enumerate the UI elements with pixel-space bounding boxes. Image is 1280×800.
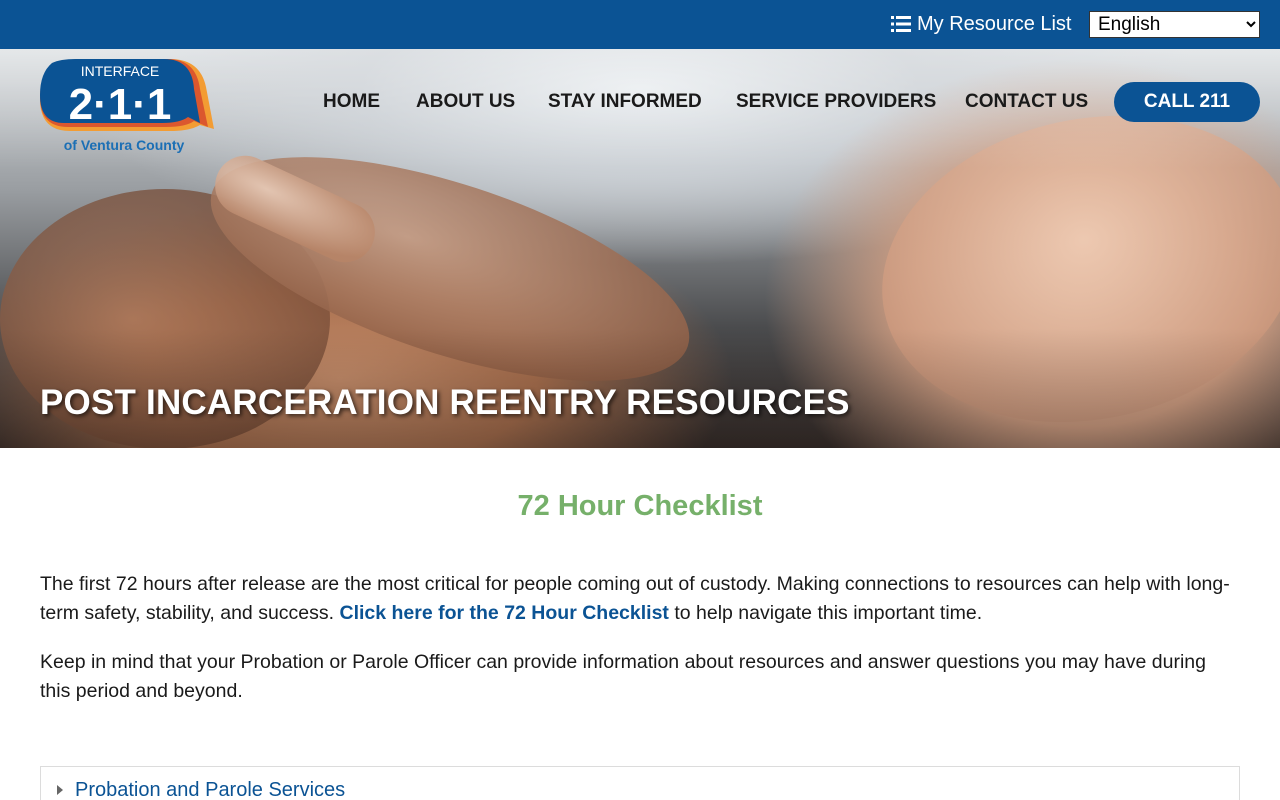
checklist-link[interactable]: Click here for the 72 Hour Checklist <box>339 602 668 624</box>
call-211-button[interactable]: CALL 211 <box>1114 82 1260 122</box>
nav-item-service-providers[interactable]: SERVICE PROVIDERS <box>736 91 936 113</box>
logo-text-county: of Ventura County <box>64 137 185 153</box>
section-title: 72 Hour Checklist <box>517 490 763 522</box>
logo-text-211: 2·1·1 <box>69 80 172 129</box>
my-resource-list-label: My Resource List <box>917 12 1072 35</box>
language-select[interactable]: English <box>1089 11 1260 38</box>
list-icon <box>891 16 911 32</box>
nav-item-stay-informed[interactable]: STAY INFORMED <box>548 91 702 113</box>
probation-paragraph: Keep in mind that your Probation or Paro… <box>40 651 1206 702</box>
nav-item-home[interactable]: HOME <box>323 91 380 113</box>
accordion-label[interactable]: Probation and Parole Services <box>75 779 345 800</box>
top-utility-bar: My Resource List English <box>0 0 1280 49</box>
nav-item-contact-us[interactable]: CONTACT US <box>965 91 1088 113</box>
intro-text-end: to help navigate this important time. <box>668 602 983 624</box>
page-title: POST INCARCERATION REENTRY RESOURCES <box>40 383 850 422</box>
interface-211-logo[interactable]: INTERFACE 2·1·1 of Ventura County <box>40 59 218 159</box>
caret-right-icon <box>57 785 63 795</box>
intro-paragraph: The first 72 hours after release are the… <box>40 570 1240 628</box>
my-resource-list-link[interactable]: My Resource List <box>891 11 1072 37</box>
nav-item-about-us[interactable]: ABOUT US <box>416 91 515 113</box>
accordion-item[interactable]: Probation and Parole Services <box>40 766 1240 800</box>
logo-text-interface: INTERFACE <box>81 63 160 79</box>
